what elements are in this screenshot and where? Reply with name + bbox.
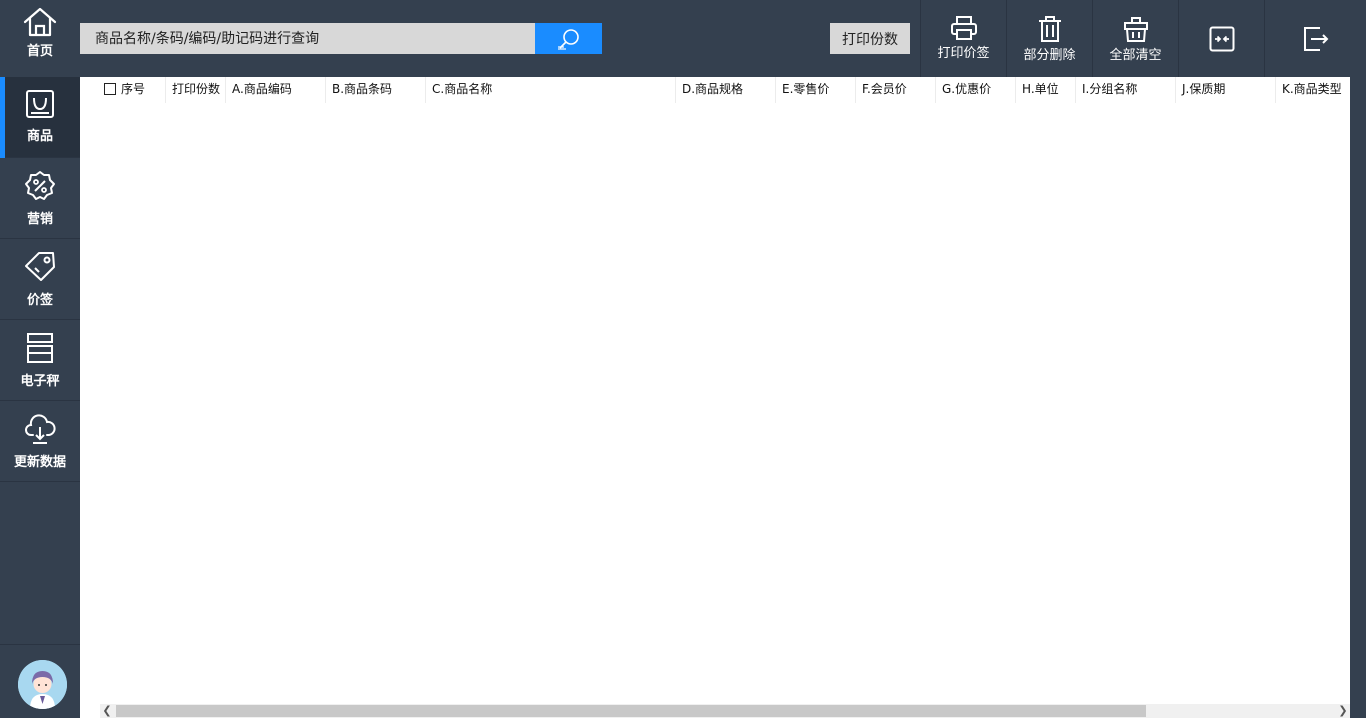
avatar[interactable] (18, 660, 67, 709)
column-label: H.单位 (1022, 82, 1059, 96)
table-header: 序号 打印份数 A.商品编码 B.商品条码 C.商品名称 D.商品规格 E.零售… (80, 77, 1350, 103)
sidebar-item-price-tag[interactable]: 价签 (0, 239, 80, 320)
print-price-tag-label: 打印价签 (937, 46, 990, 61)
sidebar-item-label: 营销 (26, 212, 53, 227)
column-header-member-price[interactable]: F.会员价 (856, 77, 936, 103)
basket-clear-icon (1123, 17, 1148, 42)
column-header-product-name[interactable]: C.商品名称 (426, 77, 676, 103)
column-header-barcode[interactable]: B.商品条码 (326, 77, 426, 103)
sidebar-item-home[interactable]: 首页 (0, 0, 80, 77)
sidebar-divider (0, 644, 80, 645)
column-header-unit[interactable]: H.单位 (1016, 77, 1076, 103)
exit-button[interactable] (1264, 0, 1366, 77)
scale-icon (27, 333, 53, 363)
right-edge-strip (1350, 77, 1366, 718)
cloud-download-icon (25, 414, 56, 444)
collapse-icon (1209, 26, 1234, 52)
sidebar-item-marketing[interactable]: 营销 (0, 158, 80, 239)
select-all-checkbox[interactable] (104, 83, 116, 95)
column-label: I.分组名称 (1082, 82, 1138, 96)
search-icon (557, 28, 579, 50)
sidebar-item-update-data[interactable]: 更新数据 (0, 401, 80, 482)
column-label: G.优惠价 (942, 82, 992, 96)
price-tag-icon (25, 252, 55, 281)
column-label: A.商品编码 (232, 82, 292, 96)
sidebar-item-label: 价签 (26, 293, 53, 308)
column-label: J.保质期 (1182, 82, 1226, 96)
column-label: F.会员价 (862, 82, 907, 96)
user-avatar-icon (18, 660, 67, 709)
column-label: 序号 (121, 82, 146, 96)
collapse-button[interactable] (1178, 0, 1264, 77)
print-copies-button[interactable]: 打印份数 (830, 23, 910, 54)
partial-delete-button[interactable]: 部分删除 (1006, 0, 1092, 77)
column-label: C.商品名称 (432, 82, 493, 96)
horizontal-scrollbar[interactable]: ❮ ❯ (100, 704, 1350, 718)
top-toolbar: 打印份数 打印价签 部分删除 (80, 0, 1366, 77)
column-header-retail-price[interactable]: E.零售价 (776, 77, 856, 103)
sidebar-item-scale[interactable]: 电子秤 (0, 320, 80, 401)
search-button[interactable] (535, 23, 602, 54)
shopping-bag-icon (26, 90, 54, 118)
product-table: 序号 打印份数 A.商品编码 B.商品条码 C.商品名称 D.商品规格 E.零售… (80, 77, 1350, 718)
clear-all-button[interactable]: 全部清空 (1092, 0, 1178, 77)
sidebar-item-label: 更新数据 (13, 455, 66, 470)
exit-icon (1303, 27, 1328, 51)
column-header-product-code[interactable]: A.商品编码 (226, 77, 326, 103)
printer-icon (950, 16, 977, 40)
column-header-shelf-life[interactable]: J.保质期 (1176, 77, 1276, 103)
column-header-spec[interactable]: D.商品规格 (676, 77, 776, 103)
sidebar-item-label: 电子秤 (20, 374, 60, 389)
scroll-right-icon[interactable]: ❯ (1336, 704, 1350, 718)
print-price-tag-button[interactable]: 打印价签 (920, 0, 1006, 77)
column-header-discount-price[interactable]: G.优惠价 (936, 77, 1016, 103)
column-label: D.商品规格 (682, 82, 744, 96)
sidebar-item-label: 商品 (26, 129, 53, 144)
column-label: E.零售价 (782, 82, 830, 96)
column-header-print-copies[interactable]: 打印份数 (166, 77, 226, 103)
scroll-left-icon[interactable]: ❮ (100, 704, 114, 718)
discount-badge-icon (25, 171, 55, 200)
sidebar-item-label: 首页 (26, 44, 53, 59)
column-label: 打印份数 (172, 82, 221, 96)
partial-delete-label: 部分删除 (1023, 48, 1076, 63)
trash-icon (1038, 16, 1061, 42)
column-label: B.商品条码 (332, 82, 393, 96)
column-label: K.商品类型 (1282, 82, 1342, 96)
column-header-product-type[interactable]: K.商品类型 (1276, 77, 1350, 103)
app-window: 首页 商品 营销 价签 电子秤 更新数据 商品名称/条码/编码/助记码进行查询 … (0, 0, 1366, 718)
sidebar: 首页 商品 营销 价签 电子秤 更新数据 (0, 0, 80, 718)
search-input[interactable] (80, 23, 535, 54)
column-header-group-name[interactable]: I.分组名称 (1076, 77, 1176, 103)
clear-all-label: 全部清空 (1109, 48, 1162, 63)
scrollbar-thumb[interactable] (116, 705, 1146, 717)
sidebar-item-goods[interactable]: 商品 (0, 77, 80, 158)
search-box (80, 23, 535, 54)
column-header-index[interactable]: 序号 (80, 77, 166, 103)
home-icon (23, 7, 57, 37)
